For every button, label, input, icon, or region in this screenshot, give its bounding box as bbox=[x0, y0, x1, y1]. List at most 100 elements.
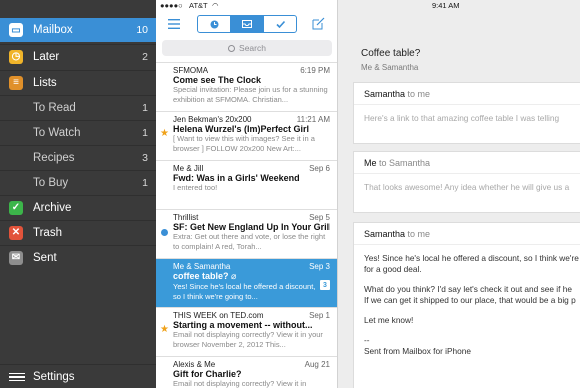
envelope-icon: ✉ bbox=[9, 250, 23, 265]
message-row[interactable]: SFMOMA 6:19 PM Come see The Clock Specia… bbox=[156, 62, 337, 111]
hamburger-menu-icon[interactable] bbox=[168, 19, 180, 29]
search-icon bbox=[228, 44, 236, 52]
sidebar-item-label: Mailbox bbox=[33, 24, 73, 36]
thread-count-badge: 3 bbox=[320, 280, 330, 290]
sidebar-item-lists[interactable]: ≡ Lists bbox=[0, 70, 156, 94]
message-card-expanded: Samantha to me Yes! Since he's local he … bbox=[353, 222, 580, 388]
sidebar-item-to-watch[interactable]: To Watch 1 bbox=[0, 120, 156, 144]
sidebar-item-archive[interactable]: ✓ Archive bbox=[0, 195, 156, 219]
card-sender: Samantha bbox=[364, 229, 406, 239]
message-time: Sep 1 bbox=[309, 311, 330, 320]
status-time: 9:41 AM bbox=[432, 1, 460, 10]
message-row[interactable]: ★ THIS WEEK on TED.com Sep 1 Starting a … bbox=[156, 307, 337, 356]
message-sender: Me & Jill bbox=[173, 164, 204, 173]
card-sender: Samantha bbox=[364, 89, 406, 99]
message-row[interactable]: Thrillist Sep 5 SF: Get New England Up I… bbox=[156, 209, 337, 258]
message-snippet: Email not displaying correctly? View it … bbox=[173, 379, 307, 388]
message-row-selected[interactable]: Me & Samantha Sep 3 coffee table? ⌀ Yes!… bbox=[156, 258, 337, 307]
paperclip-icon: ⌀ bbox=[231, 271, 237, 281]
message-row[interactable]: Me & Jill Sep 6 Fwd: Was in a Girls' Wee… bbox=[156, 160, 337, 209]
message-subject: coffee table? ⌀ bbox=[173, 271, 330, 282]
message-time: Sep 5 bbox=[309, 213, 330, 222]
sidebar-item-label: Later bbox=[33, 50, 60, 63]
message-time: Sep 3 bbox=[309, 262, 330, 271]
message-subject: Gift for Charlie? bbox=[173, 369, 242, 379]
tab-later[interactable] bbox=[198, 16, 231, 32]
message-snippet: Special invitation: Please join us for a… bbox=[173, 85, 328, 104]
sidebar-item-to-read[interactable]: To Read 1 bbox=[0, 95, 156, 119]
sidebar-item-mailbox[interactable]: ▭ Mailbox 10 bbox=[0, 18, 156, 42]
checkmark-icon: ✓ bbox=[9, 200, 23, 215]
sidebar-item-to-buy[interactable]: To Buy 1 bbox=[0, 170, 156, 194]
card-recipient: to Samantha bbox=[379, 158, 431, 168]
status-bar: ●●●●○ AT&T ◠ bbox=[156, 0, 337, 12]
carrier-name: AT&T bbox=[189, 1, 208, 10]
mailbox-segmented-control bbox=[197, 15, 297, 33]
message-subject-text: coffee table? bbox=[173, 271, 229, 281]
card-recipient: to me bbox=[407, 229, 431, 239]
sidebar-item-label: To Read bbox=[33, 101, 76, 114]
sidebar-item-count: 1 bbox=[142, 101, 148, 114]
message-list-pane: ●●●●○ AT&T ◠ Search SFMOMA 6:19 PM Come … bbox=[156, 0, 338, 388]
message-body: Yes! Since he's local he offered a disco… bbox=[354, 245, 580, 357]
inbox-tray-icon bbox=[242, 20, 252, 28]
star-icon: ★ bbox=[160, 128, 169, 139]
mailbox-icon: ▭ bbox=[9, 23, 23, 37]
body-line: What do you think? I'd say let's check i… bbox=[364, 284, 572, 294]
sidebar-item-trash[interactable]: ✕ Trash bbox=[0, 220, 156, 244]
signal-icon: ●●●●○ bbox=[160, 1, 183, 10]
message-row[interactable]: Alexis & Me Aug 21 Gift for Charlie? Ema… bbox=[156, 356, 337, 388]
sidebar-item-sent[interactable]: ✉ Sent bbox=[0, 245, 156, 269]
message-sender: THIS WEEK on TED.com bbox=[173, 311, 264, 320]
sidebar-item-recipes[interactable]: Recipes 3 bbox=[0, 145, 156, 169]
body-line: Let me know! bbox=[364, 315, 414, 325]
star-icon: ★ bbox=[160, 324, 169, 335]
sidebar-item-label: Lists bbox=[33, 76, 57, 89]
message-time: Aug 21 bbox=[304, 360, 330, 369]
sidebar-item-count: 2 bbox=[142, 50, 148, 63]
checkmark-icon bbox=[275, 20, 285, 28]
sidebar-item-count: 3 bbox=[142, 151, 148, 164]
sidebar: ▭ Mailbox 10 ◷ Later 2 ≡ Lists To Read 1… bbox=[0, 0, 156, 388]
body-line: If we can get it shipped to our place, t… bbox=[364, 295, 576, 305]
wifi-icon: ◠ bbox=[212, 1, 219, 10]
message-time: 6:19 PM bbox=[300, 66, 330, 75]
message-card-collapsed[interactable]: Samantha to me Here's a link to that ama… bbox=[353, 82, 580, 144]
card-sender: Me bbox=[364, 158, 377, 168]
message-time: 11:21 AM bbox=[296, 115, 330, 124]
message-card-preview: Here's a link to that amazing coffee tab… bbox=[364, 113, 560, 123]
tab-archive[interactable] bbox=[264, 16, 296, 32]
message-snippet: Email not displaying correctly? View it … bbox=[173, 330, 323, 349]
message-sender: Thrillist bbox=[173, 213, 199, 222]
message-time: Sep 6 bbox=[309, 164, 330, 173]
body-line: for a good deal. bbox=[364, 264, 422, 274]
list-toolbar bbox=[156, 12, 337, 38]
thread-subject: Coffee table? bbox=[361, 48, 421, 59]
tab-inbox[interactable] bbox=[231, 16, 264, 32]
sidebar-item-count: 10 bbox=[136, 24, 148, 36]
unread-dot-icon bbox=[161, 229, 168, 236]
message-list: SFMOMA 6:19 PM Come see The Clock Specia… bbox=[156, 62, 337, 388]
message-row[interactable]: ★ Jen Bekman's 20x200 11:21 AM Helena Wu… bbox=[156, 111, 337, 160]
message-subject: SF: Get New England Up In Your Grill bbox=[173, 222, 330, 232]
sidebar-item-settings[interactable]: Settings bbox=[0, 364, 156, 388]
message-subject: Starting a movement -- without... bbox=[173, 320, 313, 330]
signature: Sent from Mailbox for iPhone bbox=[364, 346, 471, 356]
message-card-collapsed[interactable]: Me to Samantha That looks awesome! Any i… bbox=[353, 151, 580, 213]
message-card-header: Samantha to me bbox=[354, 83, 580, 105]
message-subject: Come see The Clock bbox=[173, 75, 262, 85]
sidebar-item-label: To Watch bbox=[33, 126, 81, 139]
search-input[interactable]: Search bbox=[162, 40, 332, 56]
list-icon: ≡ bbox=[9, 75, 23, 90]
sidebar-item-label: Recipes bbox=[33, 151, 75, 164]
body-line: Yes! Since he's local he offered a disco… bbox=[364, 253, 579, 263]
sidebar-item-label: Trash bbox=[33, 226, 62, 239]
message-snippet: [ Want to view this with images? See it … bbox=[173, 134, 315, 153]
sidebar-item-count: 1 bbox=[142, 176, 148, 189]
sidebar-item-label: Settings bbox=[33, 370, 75, 383]
settings-sliders-icon bbox=[9, 371, 25, 383]
message-snippet: Yes! Since he's local he offered a disco… bbox=[173, 282, 316, 301]
sidebar-item-later[interactable]: ◷ Later 2 bbox=[0, 44, 156, 68]
message-subject: Helena Wurzel's (Im)Perfect Girl bbox=[173, 124, 310, 134]
compose-icon[interactable] bbox=[312, 17, 325, 30]
